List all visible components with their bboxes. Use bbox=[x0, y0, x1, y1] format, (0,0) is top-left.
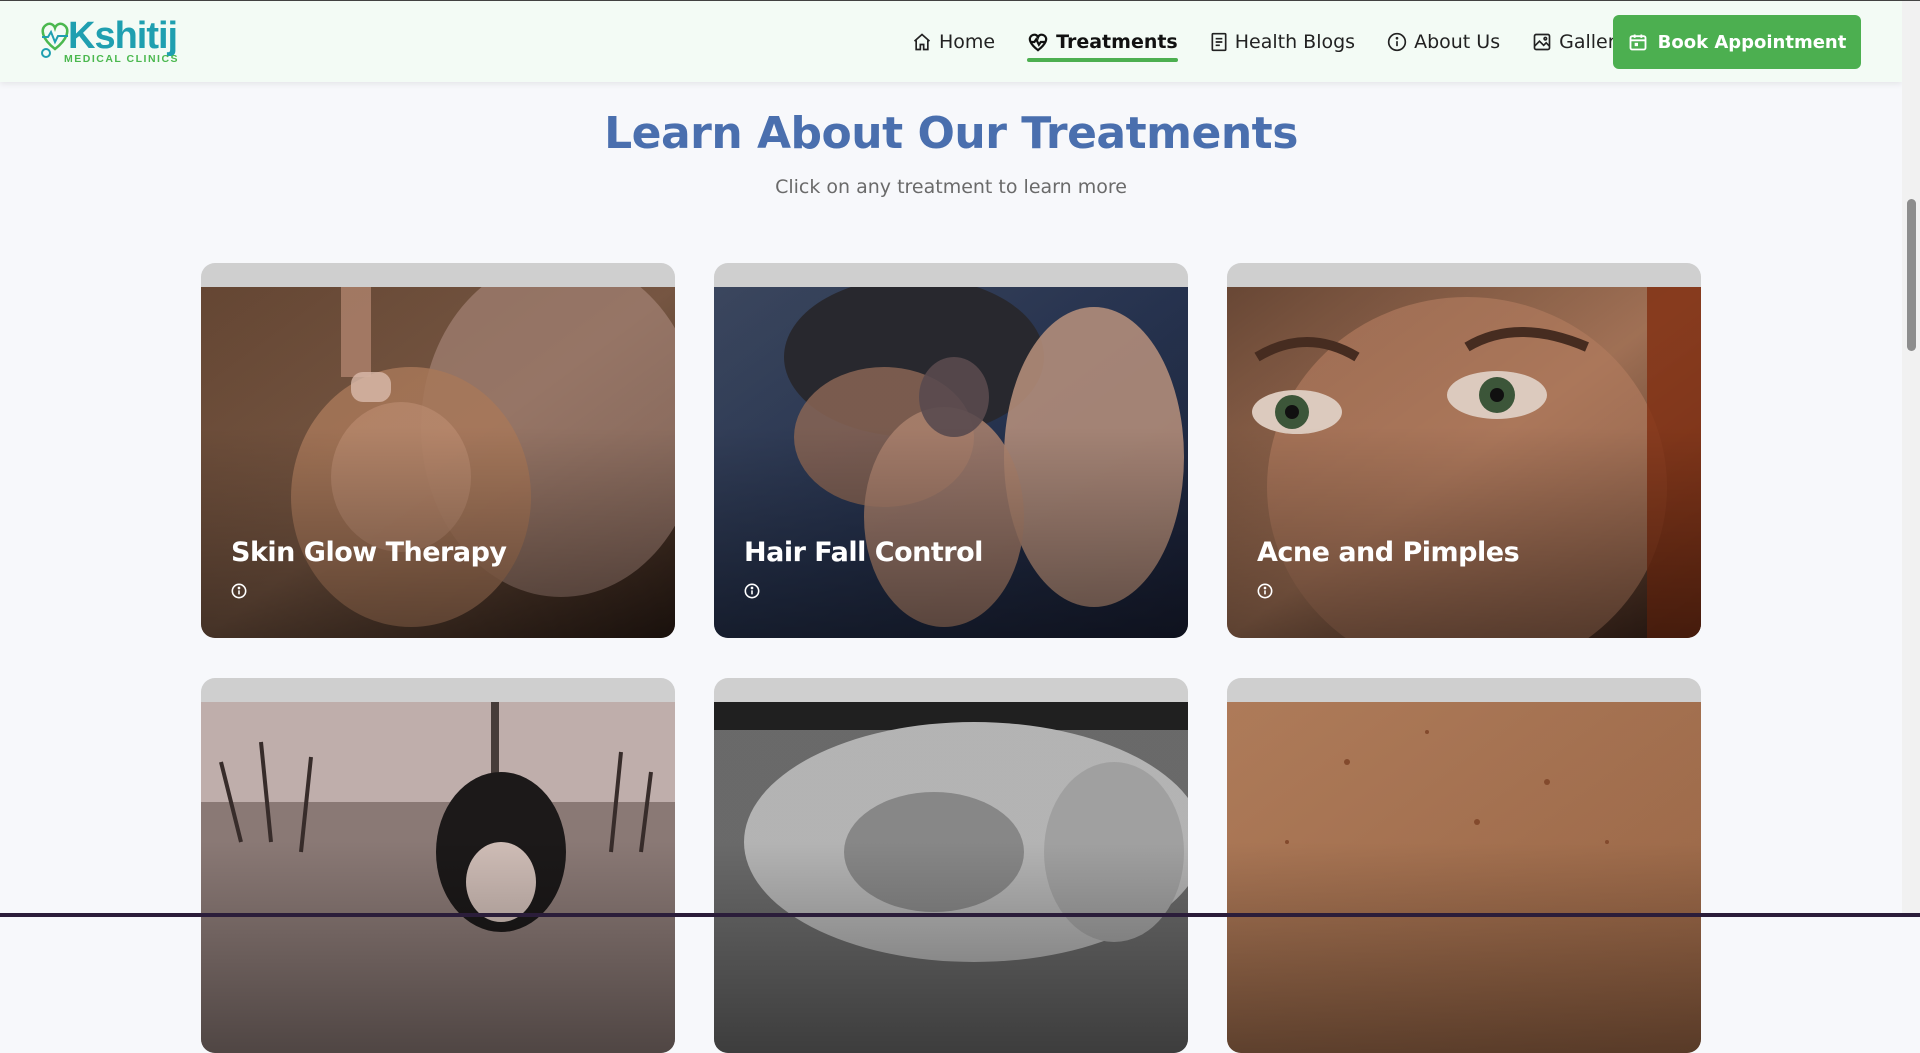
info-icon[interactable] bbox=[1257, 583, 1273, 599]
nav-about-us[interactable]: About Us bbox=[1387, 22, 1500, 62]
section-subtitle: Click on any treatment to learn more bbox=[0, 176, 1902, 198]
home-icon bbox=[912, 32, 932, 52]
treatment-card-5[interactable] bbox=[714, 678, 1188, 1053]
info-icon[interactable] bbox=[231, 583, 247, 599]
treatment-card-4[interactable] bbox=[201, 678, 675, 1053]
main-nav: Home Treatments Health Blogs About Us bbox=[912, 1, 1659, 82]
nav-treatments[interactable]: Treatments bbox=[1027, 22, 1178, 62]
calendar-icon bbox=[1628, 32, 1648, 52]
book-appointment-label: Book Appointment bbox=[1658, 32, 1847, 53]
nav-home[interactable]: Home bbox=[912, 22, 995, 62]
section-title: Learn About Our Treatments bbox=[0, 108, 1902, 159]
treatment-card-title: Hair Fall Control bbox=[744, 537, 983, 568]
treatment-card-6[interactable] bbox=[1227, 678, 1701, 1053]
brand-tagline: MEDICAL CLINICS bbox=[64, 53, 179, 65]
treatment-card-acne[interactable]: Acne and Pimples bbox=[1227, 263, 1701, 638]
window-bottom-edge bbox=[0, 913, 1920, 917]
card-overlay bbox=[201, 702, 675, 1053]
card-overlay bbox=[714, 287, 1188, 638]
info-icon[interactable] bbox=[744, 583, 760, 599]
gallery-icon bbox=[1532, 32, 1552, 52]
brand-name: Kshitij bbox=[68, 15, 177, 58]
treatment-card-title: Skin Glow Therapy bbox=[231, 537, 507, 568]
scrollbar-thumb[interactable] bbox=[1907, 199, 1916, 351]
card-overlay bbox=[1227, 702, 1701, 1053]
document-icon bbox=[1210, 32, 1228, 52]
treatment-card-hair-fall[interactable]: Hair Fall Control bbox=[714, 263, 1188, 638]
page-scrollbar[interactable] bbox=[1902, 1, 1920, 913]
treatment-card-skin-glow[interactable]: Skin Glow Therapy bbox=[201, 263, 675, 638]
nav-health-blogs-label: Health Blogs bbox=[1235, 31, 1355, 53]
book-appointment-button[interactable]: Book Appointment bbox=[1613, 15, 1861, 69]
nav-about-us-label: About Us bbox=[1414, 31, 1500, 53]
top-navbar: Kshitij MEDICAL CLINICS Home Treatments … bbox=[0, 1, 1902, 82]
nav-health-blogs[interactable]: Health Blogs bbox=[1210, 22, 1355, 62]
brand-logo[interactable]: Kshitij MEDICAL CLINICS bbox=[38, 15, 198, 70]
treatment-card-title: Acne and Pimples bbox=[1257, 537, 1519, 568]
heart-pulse-icon bbox=[1027, 32, 1049, 52]
info-icon bbox=[1387, 32, 1407, 52]
card-overlay bbox=[714, 702, 1188, 1053]
card-overlay bbox=[1227, 287, 1701, 638]
nav-home-label: Home bbox=[939, 31, 995, 53]
card-overlay bbox=[201, 287, 675, 638]
nav-treatments-label: Treatments bbox=[1056, 31, 1178, 53]
